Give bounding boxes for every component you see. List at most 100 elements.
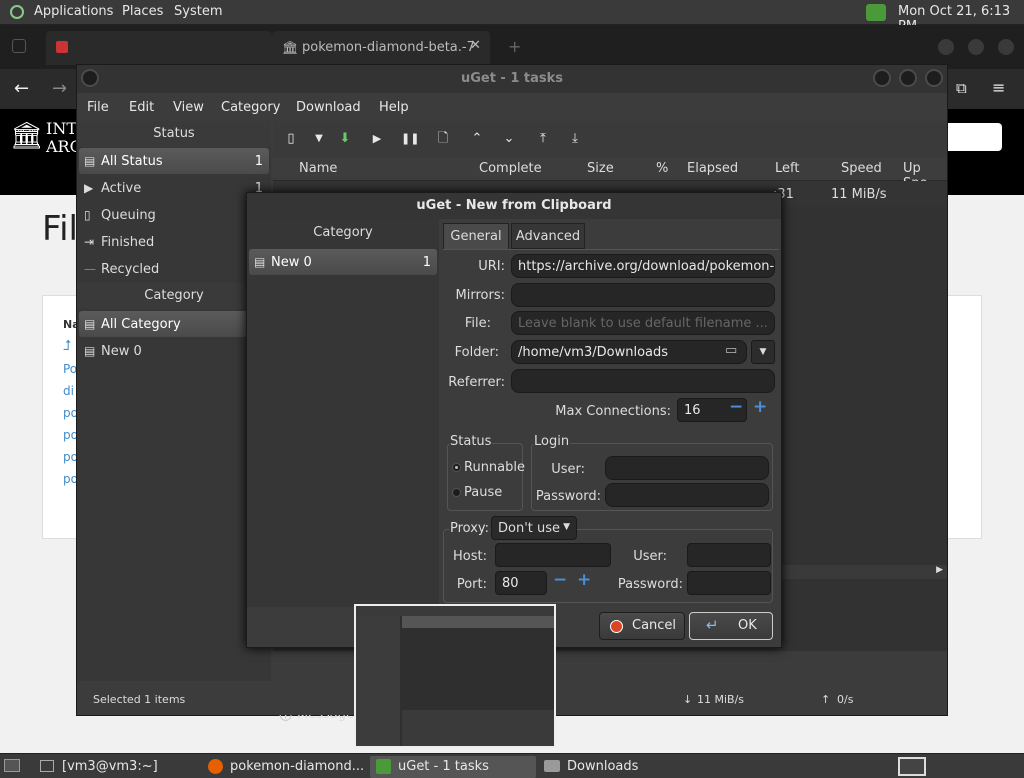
tab-favicon-icon [56,41,68,53]
back-icon[interactable]: ← [14,78,29,99]
sidebar-item-all-status[interactable]: ▤ All Status 1 [79,148,269,174]
proxy-label: Proxy: [449,521,491,536]
applications-menu[interactable]: Applications [34,4,113,19]
taskbar-firefox[interactable]: pokemon-diamond... [202,756,366,778]
cancel-button[interactable]: Cancel [599,612,685,640]
dropdown-arrow-icon[interactable]: ▼ [311,131,327,147]
menu-download[interactable]: Download [296,100,361,115]
download-icon[interactable]: ⬇ [337,131,353,147]
sidebar-item-finished[interactable]: ⇥ Finished [79,229,269,255]
proxy-select[interactable]: Don't use ▼ [491,516,577,540]
status-header[interactable]: Status [77,121,271,147]
sidebar-item-active[interactable]: ▶ Active 1 [79,175,269,201]
move-bottom-icon[interactable]: ⤓ [567,131,583,147]
move-top-icon[interactable]: ⤒ [535,131,551,147]
ok-button[interactable]: ↵ OK [689,612,773,640]
col-complete[interactable]: Complete [479,161,542,176]
up-arrow-icon[interactable]: ⮥ [63,338,71,354]
new-download-icon[interactable]: ▯ [283,131,299,147]
menu-view[interactable]: View [173,100,204,115]
forward-icon[interactable]: → [52,78,67,99]
col-name[interactable]: Name [299,161,337,176]
selected-count: Selected 1 items [93,693,186,706]
move-up-icon[interactable]: ⌃ [469,131,485,147]
cancel-label: Cancel [632,618,677,633]
proxy-password-field[interactable] [687,571,771,595]
menu-edit[interactable]: Edit [129,100,154,115]
menu-help[interactable]: Help [379,100,409,115]
window-preview-thumbnail[interactable] [354,604,556,748]
extensions-icon[interactable]: ⧉ [956,79,967,97]
sidebar: Status ▤ All Status 1 ▶ Active 1 ▯ Queui… [77,121,271,681]
increase-icon[interactable]: + [753,397,767,417]
close-tab-icon[interactable]: ✕ [470,38,481,53]
hamburger-menu-icon[interactable]: ≡ [992,78,1005,97]
pause-label[interactable]: Pause [464,485,502,500]
col-size[interactable]: Size [587,161,614,176]
workspace-switcher-icon[interactable] [898,757,926,776]
archive-logo-icon[interactable]: 🏛 [10,121,43,151]
col-speed[interactable]: Speed [841,161,882,176]
file-link[interactable]: di [63,384,74,398]
port-increase-icon[interactable]: + [577,570,591,590]
login-user-field[interactable] [605,456,769,480]
login-password-field[interactable] [605,483,769,507]
mate-logo-icon[interactable] [10,5,24,19]
port-decrease-icon[interactable]: − [553,570,567,590]
runnable-label[interactable]: Runnable [464,460,525,475]
move-down-icon[interactable]: ⌄ [501,131,517,147]
pause-icon[interactable]: ❚❚ [401,131,419,147]
scroll-right-icon[interactable]: ▶ [936,565,943,575]
uget-tray-icon[interactable] [866,4,886,21]
pause-radio[interactable] [452,488,461,497]
tab-overview-icon[interactable] [12,39,26,53]
maximize-icon[interactable] [899,69,917,87]
taskbar-uget[interactable]: uGet - 1 tasks [370,756,536,778]
browser-tab-1[interactable] [46,31,272,65]
runnable-radio[interactable] [452,463,461,472]
uri-field[interactable]: https://archive.org/download/pokemon-c [511,254,775,278]
uget-titlebar[interactable]: uGet - 1 tasks [77,65,947,93]
folder-dropdown-icon[interactable]: ▼ [751,340,775,364]
start-icon[interactable]: ▶ [369,131,385,147]
thumbnail-details [402,710,554,746]
sidebar-item-queuing[interactable]: ▯ Queuing [79,202,269,228]
taskbar-terminal[interactable]: [vm3@vm3:~] [34,756,198,778]
category-header[interactable]: Category [77,283,271,309]
tab-advanced[interactable]: Advanced [511,223,585,249]
folder-icon[interactable]: ▭ [725,343,737,358]
show-desktop-icon[interactable] [4,759,20,772]
minimize-browser-icon[interactable] [938,39,954,55]
sidebar-item-all-category[interactable]: ▤ All Category [79,311,269,337]
mirrors-field[interactable] [511,283,775,307]
proxy-user-field[interactable] [687,543,771,567]
sidebar-item-new-0[interactable]: ▤ New 0 [79,338,269,364]
taskbar-downloads[interactable]: Downloads [540,756,704,778]
menu-category[interactable]: Category [221,100,280,115]
window-menu-icon[interactable] [81,69,99,87]
col-percent[interactable]: % [656,161,668,176]
new-tab-icon[interactable]: + [508,37,521,56]
dialog-category-item[interactable]: ▤ New 0 1 [249,249,437,275]
sidebar-item-recycled[interactable]: — Recycled [79,256,269,282]
folder-field[interactable]: /home/vm3/Downloads [511,340,747,364]
menu-file[interactable]: File [87,100,109,115]
proxy-port-field[interactable]: 80 [495,571,547,595]
places-menu[interactable]: Places [122,4,163,19]
properties-icon[interactable]: 🗋 [435,131,451,147]
close-browser-icon[interactable] [998,39,1014,55]
col-left[interactable]: Left [775,161,799,176]
referrer-field[interactable] [511,369,775,393]
col-elapsed[interactable]: Elapsed [687,161,738,176]
close-icon[interactable] [925,69,943,87]
proxy-host-field[interactable] [495,543,611,567]
browser-tab-2[interactable]: 🏛 pokemon-diamond-beta.-7 ✕ [272,31,490,65]
file-field[interactable]: Leave blank to use default filename ... [511,311,775,335]
search-box[interactable] [940,123,1002,151]
maximize-browser-icon[interactable] [968,39,984,55]
decrease-icon[interactable]: − [729,397,743,417]
minimize-icon[interactable] [873,69,891,87]
dialog-titlebar[interactable]: uGet - New from Clipboard [247,193,781,219]
system-menu[interactable]: System [174,4,222,19]
tab-general[interactable]: General [443,223,509,249]
